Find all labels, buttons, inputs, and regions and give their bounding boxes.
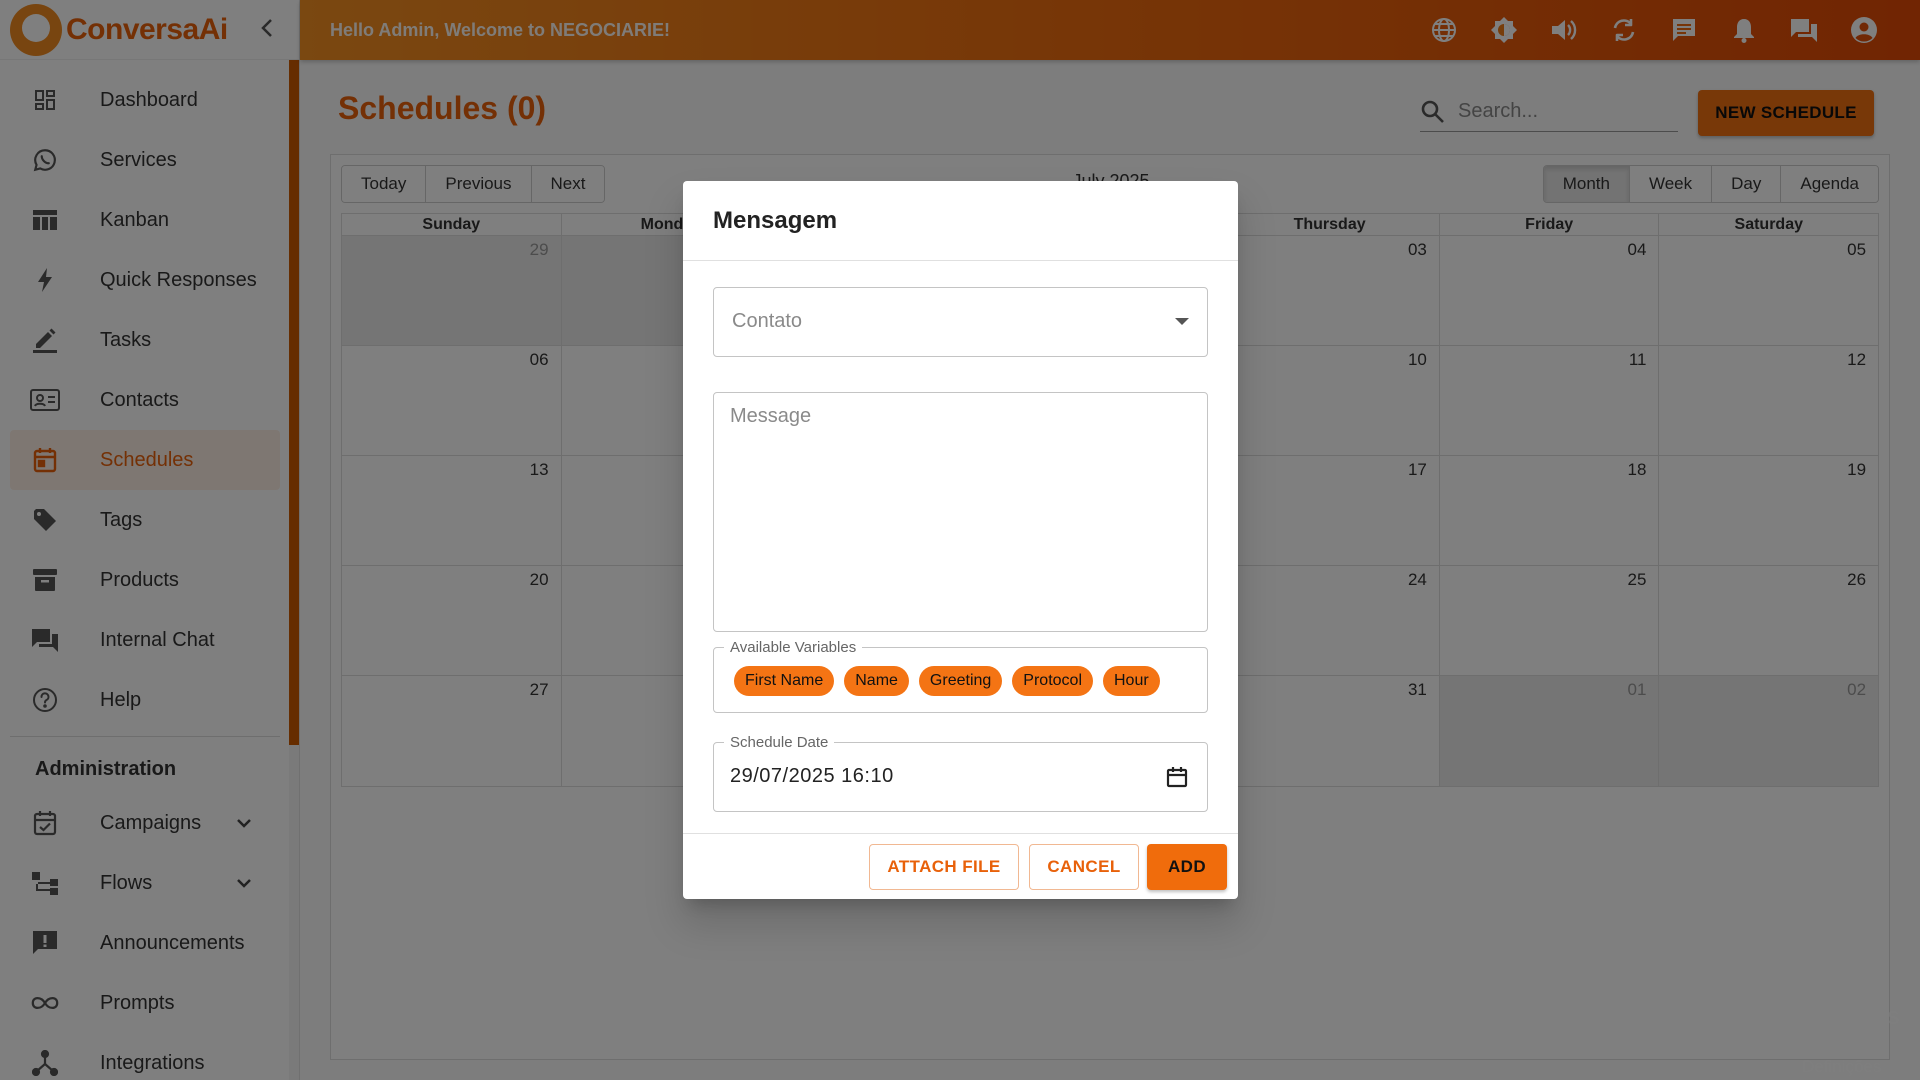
variable-chip-name[interactable]: Name [844, 666, 909, 696]
schedule-message-dialog: Mensagem Contato Available Variables Fir… [683, 181, 1238, 899]
schedule-date-legend: Schedule Date [724, 734, 835, 751]
schedule-date-value[interactable]: 29/07/2025 16:10 [730, 765, 894, 788]
variable-chips: First Name Name Greeting Protocol Hour [734, 666, 1170, 696]
available-variables: Available Variables First Name Name Gree… [713, 639, 1208, 713]
variable-chip-hour[interactable]: Hour [1103, 666, 1160, 696]
message-field [713, 392, 1208, 632]
dropdown-arrow-icon [1175, 318, 1189, 325]
variable-chip-protocol[interactable]: Protocol [1012, 666, 1093, 696]
add-button[interactable]: ADD [1147, 844, 1227, 890]
contact-select[interactable]: Contato [713, 287, 1208, 357]
message-textarea[interactable] [730, 405, 1190, 619]
variable-chip-greeting[interactable]: Greeting [918, 666, 1003, 696]
variable-chip-first-name[interactable]: First Name [734, 666, 835, 696]
variables-legend: Available Variables [724, 639, 863, 656]
calendar-picker-icon[interactable] [1165, 765, 1189, 789]
cancel-button[interactable]: CANCEL [1029, 844, 1139, 890]
schedule-date-field[interactable]: Schedule Date 29/07/2025 16:10 [713, 734, 1208, 812]
dialog-title: Mensagem [683, 181, 1238, 261]
attach-file-button[interactable]: ATTACH FILE [869, 844, 1019, 890]
contact-placeholder: Contato [732, 310, 803, 332]
dialog-actions: ATTACH FILE CANCEL ADD [683, 833, 1238, 899]
